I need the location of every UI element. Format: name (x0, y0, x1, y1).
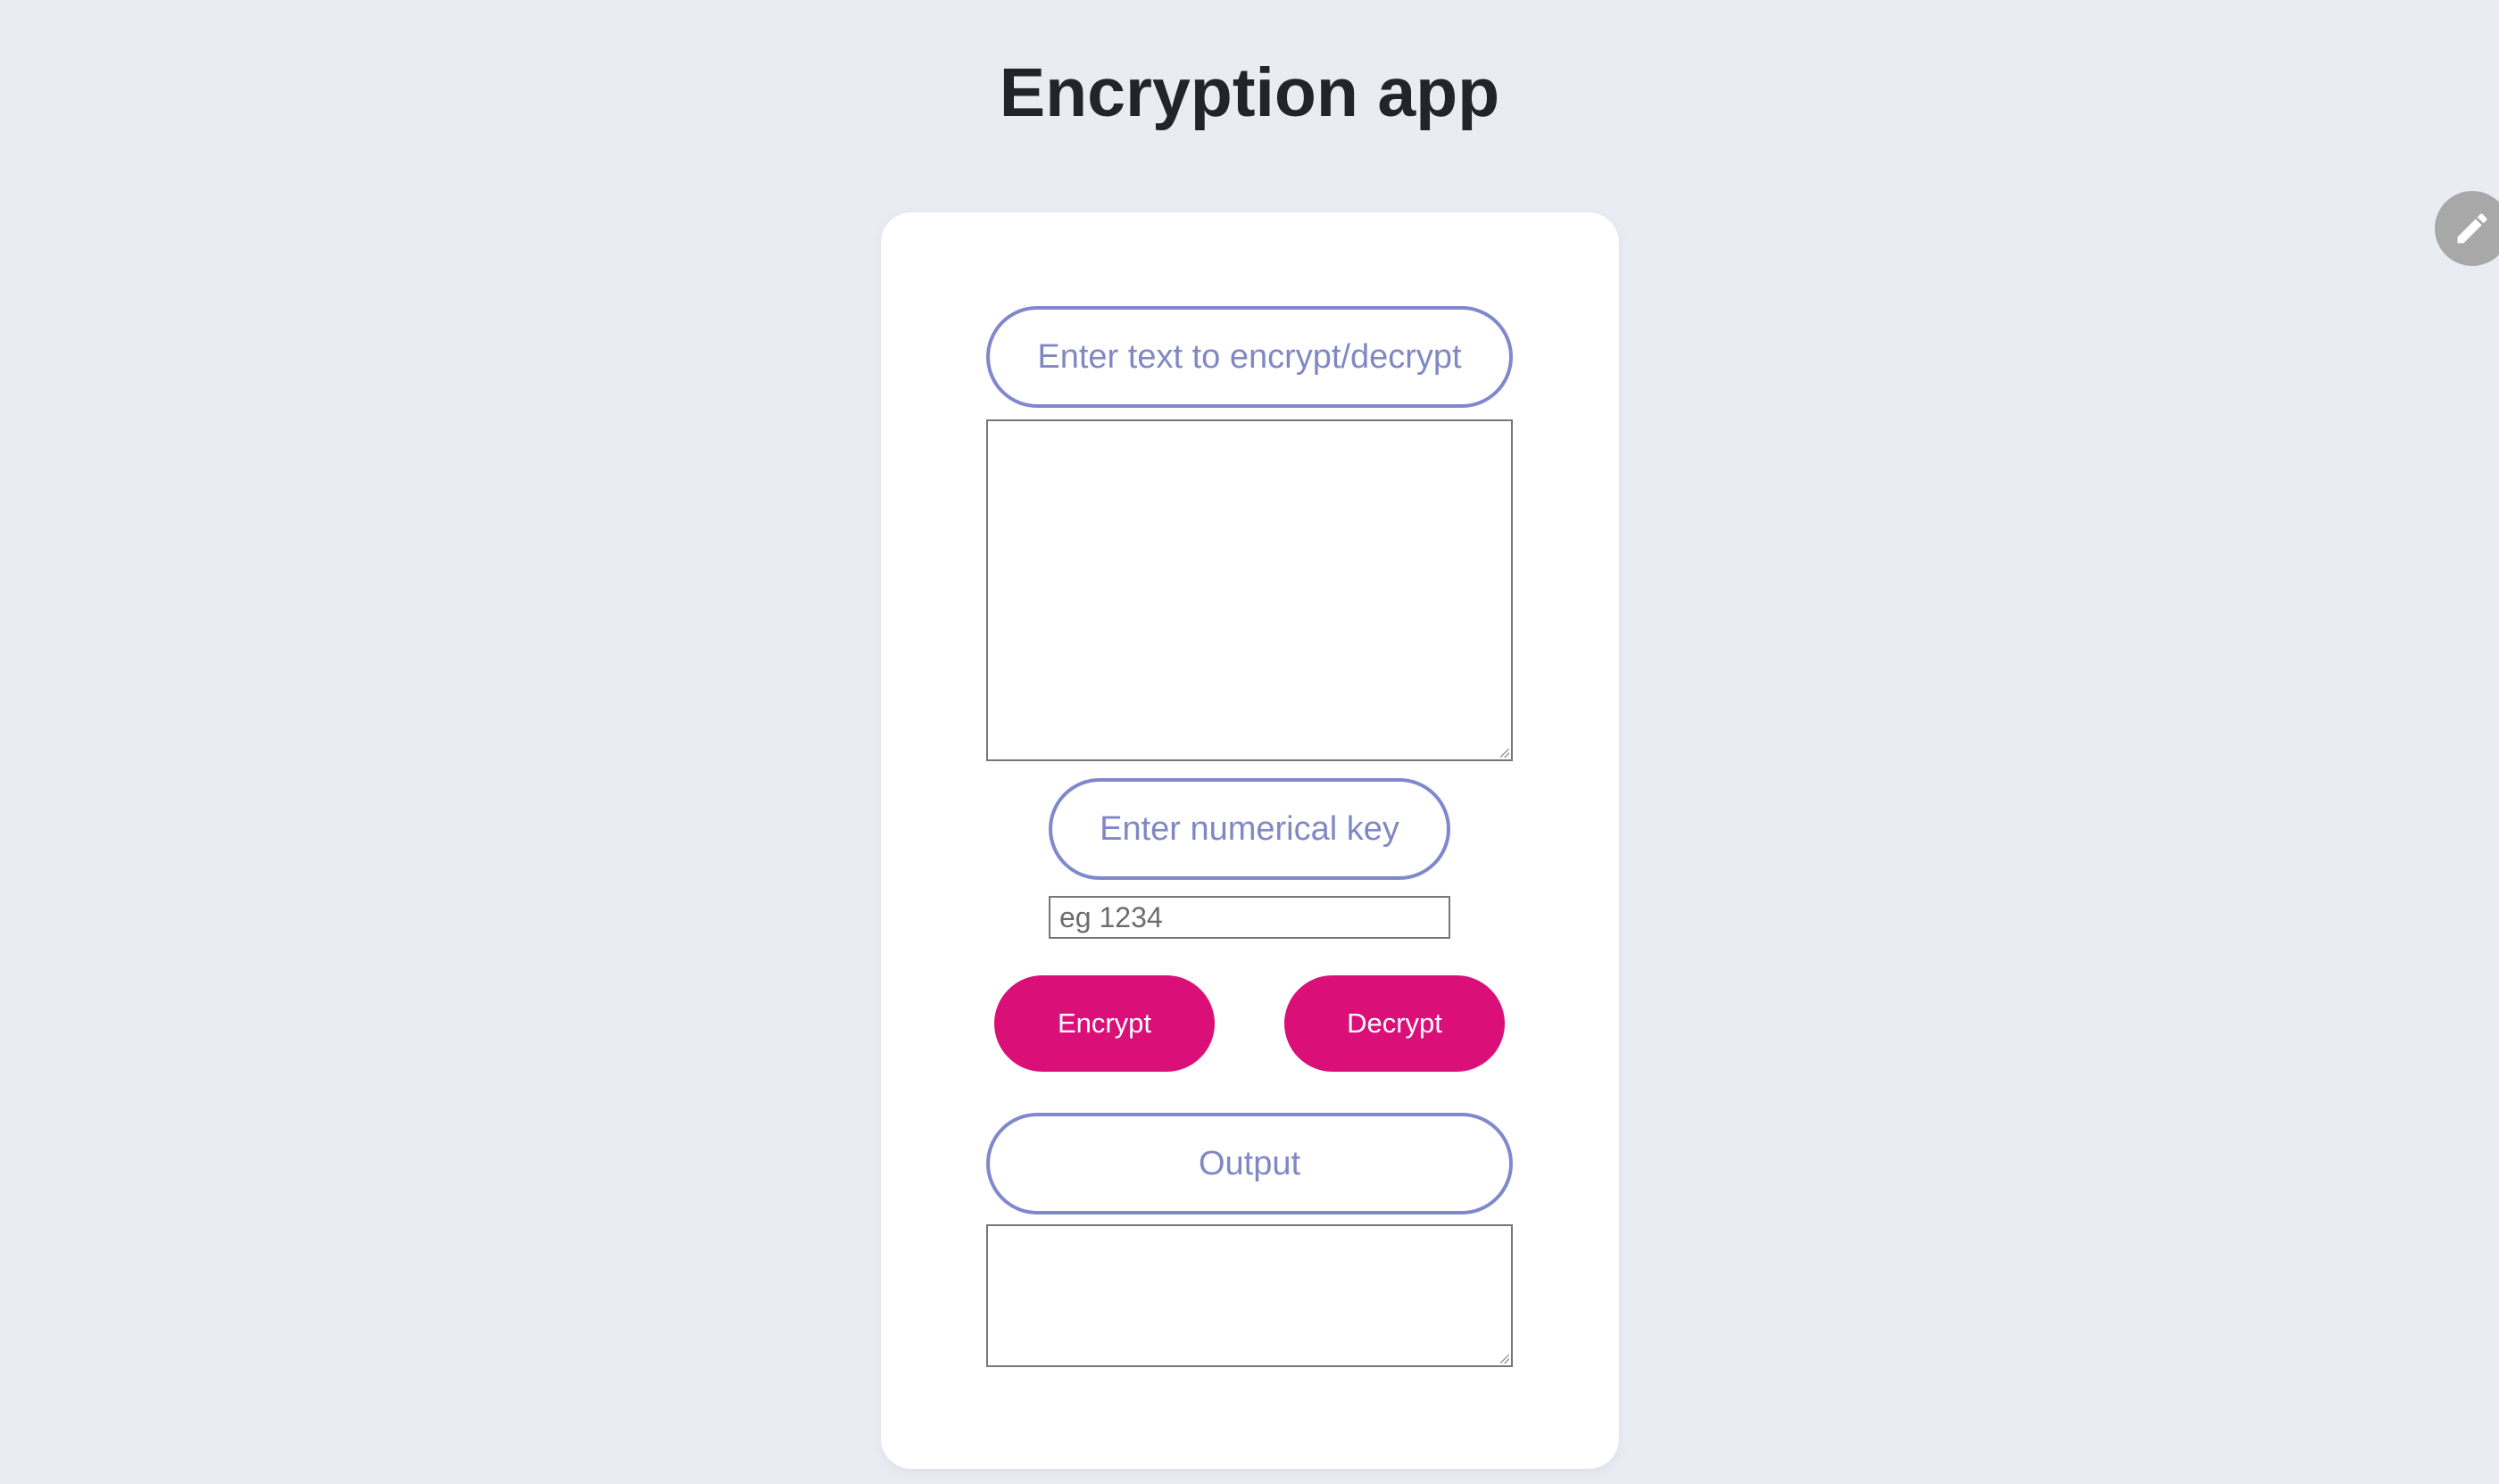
encrypt-button[interactable]: Encrypt (994, 975, 1215, 1072)
output-label: Output (986, 1113, 1513, 1215)
text-input-textarea[interactable] (986, 419, 1513, 761)
page-title: Encryption app (999, 54, 1500, 131)
key-input-placeholder: eg 1234 (1059, 900, 1163, 933)
decrypt-button[interactable]: Decrypt (1284, 975, 1505, 1072)
output-textarea[interactable] (986, 1224, 1513, 1367)
edit-button[interactable] (2435, 191, 2499, 266)
encryption-card: Enter text to encrypt/decrypt Enter nume… (881, 212, 1619, 1469)
key-input[interactable]: eg 1234 (1049, 896, 1450, 939)
resize-grip-icon[interactable] (1500, 1355, 1509, 1364)
key-input-label: Enter numerical key (1049, 778, 1450, 880)
pencil-icon (2457, 213, 2487, 244)
page: Encryption app Enter text to encrypt/dec… (0, 0, 2499, 1484)
resize-grip-icon[interactable] (1500, 749, 1509, 758)
text-input-label: Enter text to encrypt/decrypt (986, 306, 1513, 408)
